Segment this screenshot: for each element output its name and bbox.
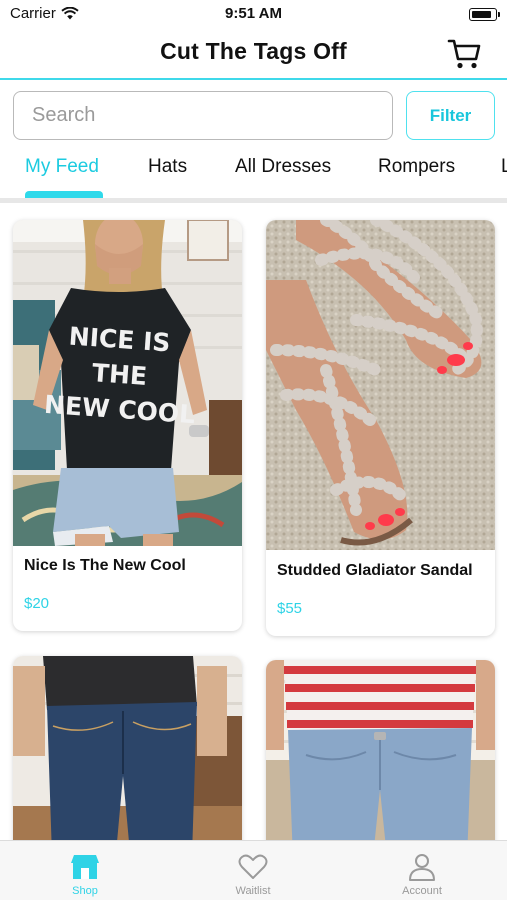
product-image (266, 220, 495, 550)
page-title: Cut The Tags Off (160, 38, 347, 64)
search-input[interactable] (13, 91, 393, 140)
shop-icon (71, 855, 99, 879)
active-tab-indicator (25, 191, 103, 198)
header-divider (0, 78, 507, 80)
product-name: Studded Gladiator Sandal (277, 562, 473, 579)
tab-bar-shop[interactable]: Shop (25, 841, 145, 900)
battery-icon (469, 8, 500, 21)
tab-bar-label: Shop (72, 885, 98, 897)
product-price: $20 (24, 595, 50, 612)
heart-icon (238, 854, 268, 879)
tab-bar-label: Waitlist (235, 885, 271, 897)
tab-hats[interactable]: Hats (148, 156, 187, 178)
filter-button[interactable]: Filter (406, 91, 495, 140)
cart-icon[interactable] (447, 37, 483, 71)
tab-next-partial[interactable]: L (501, 156, 507, 178)
product-card[interactable]: Studded Gladiator Sandal $55 (266, 220, 495, 636)
tab-my-feed[interactable]: My Feed (25, 156, 99, 178)
tab-bar-label: Account (402, 885, 442, 897)
battery-level (471, 10, 492, 18)
account-icon (409, 854, 435, 881)
tab-rompers[interactable]: Rompers (378, 156, 455, 178)
category-tabs: My Feed Hats All Dresses Rompers L (0, 150, 507, 200)
tab-all-dresses[interactable]: All Dresses (235, 156, 331, 178)
product-name: Nice Is The New Cool (24, 557, 186, 574)
app-header: Cut The Tags Off (0, 30, 507, 78)
clock: 9:51 AM (225, 5, 282, 22)
product-card[interactable]: NICE IS THE NEW COOL Nice Is The New Coo… (13, 220, 242, 631)
tabs-divider (0, 198, 507, 203)
product-price: $55 (277, 600, 303, 617)
status-bar: Carrier 9:51 AM (0, 0, 507, 30)
bottom-tab-bar: Shop Waitlist Account (0, 840, 507, 900)
svg-text:THE: THE (91, 358, 148, 391)
product-image: NICE IS THE NEW COOL (13, 220, 242, 546)
tab-bar-account[interactable]: Account (362, 841, 482, 900)
tab-bar-waitlist[interactable]: Waitlist (193, 841, 313, 900)
